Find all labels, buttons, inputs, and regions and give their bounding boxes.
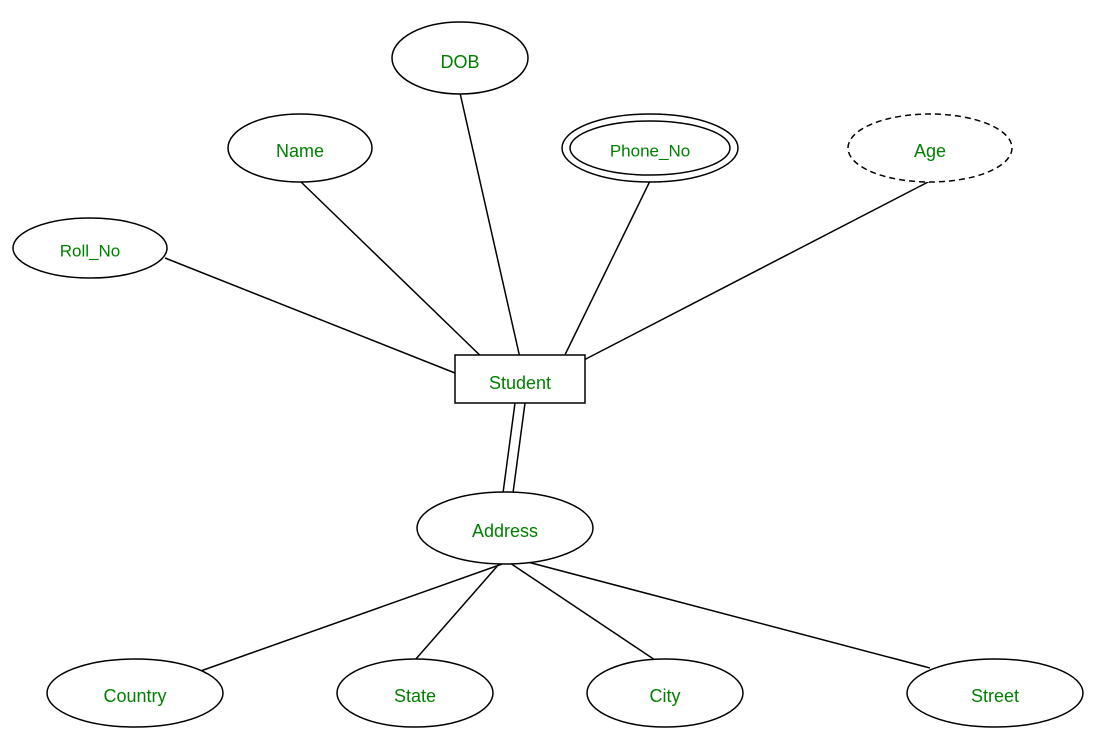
age-label: Age [914, 141, 946, 161]
street-label: Street [971, 686, 1019, 706]
line-student-phone [560, 181, 650, 365]
line-student-address-1 [503, 403, 515, 493]
line-address-state [415, 563, 500, 660]
state-label: State [394, 686, 436, 706]
line-student-age [580, 181, 930, 362]
student-label: Student [489, 373, 551, 393]
phone-label: Phone_No [610, 141, 690, 160]
dob-label: DOB [440, 52, 479, 72]
rollno-label: Roll_No [60, 241, 120, 260]
name-label: Name [276, 141, 324, 161]
line-address-country [195, 563, 505, 673]
line-student-address-2 [513, 403, 525, 493]
city-label: City [650, 686, 681, 706]
line-student-name [300, 181, 490, 365]
line-student-dob [460, 93, 520, 358]
country-label: Country [103, 686, 166, 706]
er-diagram: DOB Name Phone_No Age Roll_No Student Ad… [0, 0, 1112, 753]
line-address-street [520, 560, 930, 668]
line-student-rollno [165, 258, 460, 375]
address-label: Address [472, 521, 538, 541]
line-address-city [510, 563, 655, 660]
